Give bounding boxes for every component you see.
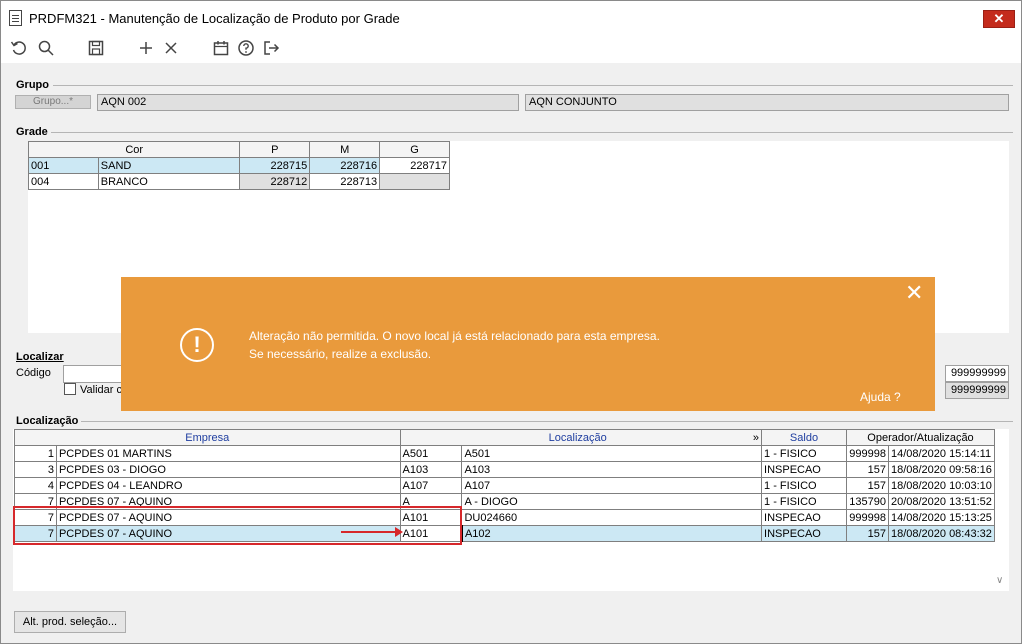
add-icon[interactable] [136, 39, 156, 59]
cell-desc[interactable]: A103 [461, 461, 763, 478]
cell-saldo[interactable]: INSPECAO [761, 525, 847, 542]
codigo-input[interactable] [63, 365, 123, 383]
window-title: PRDFM321 - Manutenção de Localização de … [29, 11, 400, 26]
validar-label: Validar c [80, 384, 122, 396]
cell-date[interactable]: 14/08/2020 15:13:25 [887, 509, 996, 526]
header-empresa[interactable]: Empresa [14, 429, 401, 446]
table-row[interactable]: 3 PCPDES 03 - DIOGO A103 A103 INSPECAO 1… [14, 461, 996, 478]
undo-icon[interactable] [9, 39, 29, 59]
cell-saldo[interactable]: 1 - FISICO [761, 477, 847, 494]
localizar-section-label: Localizar [16, 351, 64, 363]
toast-close-icon[interactable]: ✕ [905, 282, 923, 304]
grade-section-label: Grade [16, 126, 48, 138]
cell-date[interactable]: 14/08/2020 15:14:11 [887, 445, 996, 462]
cell-desc[interactable]: A107 [461, 477, 763, 494]
cell-num[interactable]: 1 [14, 445, 57, 462]
right-value-field[interactable]: 999999999 [945, 365, 1009, 382]
cell-empresa[interactable]: PCPDES 04 - LEANDRO [55, 477, 401, 494]
cell-date[interactable]: 18/08/2020 10:03:10 [887, 477, 996, 494]
cell-desc[interactable]: A501 [461, 445, 763, 462]
grade-row[interactable]: 001 SAND 228715 228716 228717 [28, 157, 450, 174]
grupo-code-field[interactable]: AQN 002 [97, 94, 519, 111]
grade-header-g[interactable]: G [379, 141, 450, 158]
cell-desc[interactable]: A102 [461, 525, 763, 542]
toast-message-line1: Alteração não permitida. O novo local já… [249, 329, 660, 343]
grade-cell-m[interactable]: 228716 [309, 157, 381, 174]
right-value-field: 999999999 [945, 382, 1009, 399]
header-localizacao[interactable]: Localização » [399, 429, 763, 446]
cell-saldo[interactable]: 1 - FISICO [761, 445, 847, 462]
cell-empresa[interactable]: PCPDES 01 MARTINS [55, 445, 401, 462]
codigo-label: Código [16, 367, 51, 379]
grade-cell-code[interactable]: 001 [28, 157, 99, 174]
alert-icon: ! [180, 328, 214, 362]
grade-cell-cor[interactable]: BRANCO [97, 173, 241, 190]
grade-cell-m[interactable]: 228713 [309, 173, 381, 190]
grade-cell-g[interactable] [379, 173, 450, 190]
header-saldo[interactable]: Saldo [761, 429, 847, 446]
table-row[interactable]: 4 PCPDES 04 - LEANDRO A107 A107 1 - FISI… [14, 477, 996, 494]
cell-loc[interactable]: A501 [399, 445, 463, 462]
grupo-divider [53, 85, 1013, 86]
table-row[interactable]: 1 PCPDES 01 MARTINS A501 A501 1 - FISICO… [14, 445, 996, 462]
cell-empresa[interactable]: PCPDES 03 - DIOGO [55, 461, 401, 478]
expand-columns-icon[interactable]: » [753, 432, 759, 444]
help-icon[interactable] [236, 39, 256, 59]
grade-cell-code[interactable]: 004 [28, 173, 99, 190]
grade-row[interactable]: 004 BRANCO 228712 228713 [28, 173, 450, 190]
cell-qty[interactable]: 157 [845, 525, 889, 542]
header-localizacao-label: Localização [548, 431, 607, 444]
cell-date[interactable]: 18/08/2020 08:43:32 [887, 525, 996, 542]
delete-icon[interactable] [161, 39, 181, 59]
grade-header-m[interactable]: M [309, 141, 381, 158]
search-icon[interactable] [36, 39, 56, 59]
cell-date[interactable]: 18/08/2020 09:58:16 [887, 461, 996, 478]
grade-divider [51, 132, 1013, 133]
alt-prod-selecao-button[interactable]: Alt. prod. seleção... [14, 611, 126, 633]
cell-saldo[interactable]: INSPECAO [761, 461, 847, 478]
toolbar [1, 35, 1021, 63]
main-window: PRDFM321 - Manutenção de Localização de … [0, 0, 1022, 644]
cell-date[interactable]: 20/08/2020 13:51:52 [887, 493, 996, 510]
grupo-button[interactable]: Grupo...* [15, 95, 91, 109]
exit-icon[interactable] [261, 39, 281, 59]
scroll-down-icon[interactable]: ∨ [996, 575, 1003, 586]
toast-message-line2: Se necessário, realize a exclusão. [249, 347, 432, 361]
header-operador[interactable]: Operador/Atualização [845, 429, 996, 446]
annotation-arrow [341, 527, 403, 537]
error-toast: ! Alteração não permitida. O novo local … [121, 277, 935, 411]
grade-header-cor[interactable]: Cor [27, 141, 241, 158]
close-window-button[interactable]: ✕ [983, 10, 1015, 28]
cell-qty[interactable]: 157 [845, 461, 889, 478]
grade-cell-cor[interactable]: SAND [97, 157, 241, 174]
cell-saldo[interactable]: 1 - FISICO [761, 493, 847, 510]
cell-desc[interactable]: DU024660 [461, 509, 763, 526]
cell-qty[interactable]: 999998 [845, 509, 889, 526]
save-icon[interactable] [86, 39, 106, 59]
grade-cell-p[interactable]: 228712 [239, 173, 311, 190]
localizacao-section-label: Localização [16, 415, 79, 427]
cell-loc[interactable]: A103 [399, 461, 463, 478]
grade-table: Cor P M G 001 SAND 228715 228716 228717 … [27, 141, 450, 190]
grade-cell-p[interactable]: 228715 [239, 157, 311, 174]
cell-saldo[interactable]: INSPECAO [761, 509, 847, 526]
toast-help-link[interactable]: Ajuda ? [860, 390, 901, 404]
grupo-section-label: Grupo [16, 79, 49, 91]
validar-checkbox[interactable] [64, 383, 76, 395]
grade-cell-g[interactable]: 228717 [379, 157, 450, 174]
cell-desc[interactable]: A - DIOGO [461, 493, 763, 510]
grade-header-p[interactable]: P [239, 141, 311, 158]
grupo-description-field: AQN CONJUNTO [525, 94, 1009, 111]
localizacao-divider [81, 421, 1013, 422]
cell-num[interactable]: 4 [14, 477, 57, 494]
calendar-icon[interactable] [211, 39, 231, 59]
cell-qty[interactable]: 135790 [845, 493, 889, 510]
highlight-box [13, 506, 462, 545]
cell-num[interactable]: 3 [14, 461, 57, 478]
cell-qty[interactable]: 999998 [845, 445, 889, 462]
cell-loc[interactable]: A107 [399, 477, 463, 494]
title-bar: PRDFM321 - Manutenção de Localização de … [1, 1, 1021, 35]
cell-qty[interactable]: 157 [845, 477, 889, 494]
document-icon [9, 10, 22, 26]
